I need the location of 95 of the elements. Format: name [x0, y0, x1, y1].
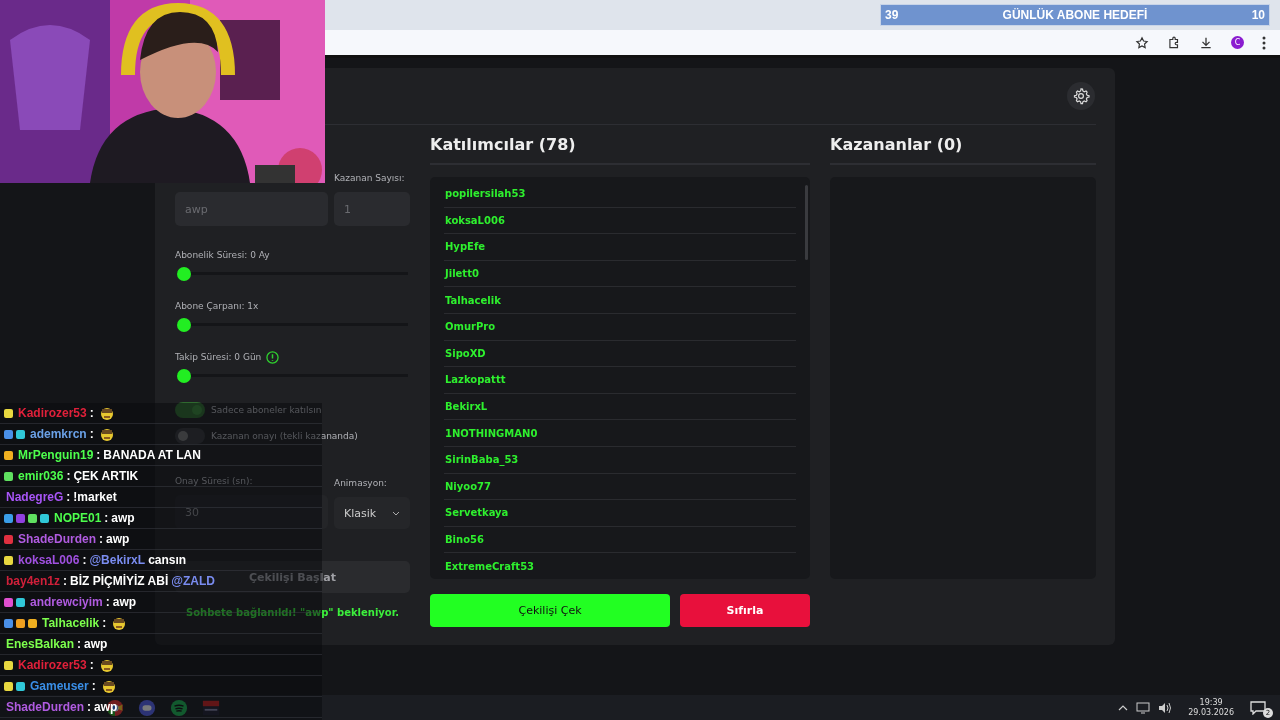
chat-username: ademkrcn — [30, 427, 87, 441]
chat-separator: : — [96, 448, 101, 462]
chat-username: Kadirozer53 — [18, 406, 87, 420]
status-message: Sohbete bağlanıldı! "awp" bekleniyor. — [184, 607, 401, 618]
chat-separator: : — [63, 574, 68, 588]
chat-separator: : — [91, 679, 96, 693]
toggle-switch[interactable] — [175, 402, 205, 418]
participant-name: Lazkopattt — [444, 367, 796, 394]
keyword-field[interactable]: awp — [175, 192, 328, 226]
chat-username: NadegreG — [6, 490, 64, 504]
slider-label: Abonelik Süresi: 0 Ay — [175, 250, 270, 260]
menu-icon[interactable] — [1262, 35, 1266, 50]
participant-name: Bino56 — [444, 526, 796, 554]
chat-separator: : — [87, 700, 91, 714]
winner-count-field[interactable]: 1 — [334, 192, 410, 226]
network-icon[interactable] — [1136, 701, 1151, 714]
field-label: Animasyon: — [334, 478, 388, 488]
participant-name: popilersilah53 — [444, 181, 796, 208]
participant-name: koksaL006 — [444, 207, 796, 235]
settings-icon — [1072, 87, 1090, 105]
chat-message: BİZ PİÇMİYİZ ABİ — [70, 574, 169, 588]
chat-separator: : — [99, 532, 103, 546]
chat-username: koksaL006 — [18, 553, 80, 567]
slider-label: Abone Çarpanı: 1x — [175, 301, 259, 311]
participant-name: Jilett0 — [444, 260, 796, 288]
chat-username: andrewciyim — [30, 595, 103, 609]
chat-separator: : — [105, 595, 110, 609]
chat-message: ÇEK ARTIK — [73, 469, 139, 483]
animation-select[interactable]: Klasik — [334, 497, 410, 529]
clock-date: 29.03.2026 — [1188, 707, 1234, 718]
participant-name: ExtremeCraft53 — [444, 553, 796, 579]
chat-separator: : — [102, 616, 107, 630]
participant-name: OmurPro — [444, 313, 796, 341]
chat-username: bay4en1z — [6, 574, 61, 588]
toggle-switch[interactable] — [175, 428, 205, 444]
chat-separator: : — [66, 469, 71, 483]
participant-name: Niyoo77 — [444, 473, 796, 501]
chat-username: emir036 — [18, 469, 64, 483]
goal-current: 39 — [885, 8, 899, 22]
chat-username: ShadeDurden — [6, 700, 84, 714]
winners-title: Kazananlar (0) — [830, 125, 1096, 165]
chat-separator: : — [89, 406, 94, 420]
slider-label: Takip Süresi: 0 Gün — [175, 352, 262, 362]
chat-separator: : — [77, 637, 82, 651]
chat-message: awp — [94, 700, 118, 714]
toggle-label: Sadece aboneler katılsın — [211, 405, 322, 415]
message-icon — [1250, 700, 1266, 715]
slider-thumb[interactable] — [177, 369, 191, 383]
download-icon[interactable] — [1199, 35, 1213, 50]
chevron-down-icon — [392, 510, 400, 516]
chat-separator: : — [89, 658, 94, 672]
participant-name: 1NOTHINGMAN0 — [444, 420, 796, 447]
chat-message: awp — [106, 532, 130, 546]
reset-button[interactable]: Sıfırla — [680, 594, 810, 627]
chat-username: MrPenguin19 — [18, 448, 94, 462]
chat-message: !market — [73, 490, 117, 504]
chat-message: BANADA AT LAN — [103, 448, 201, 462]
field-label: Kazanan Sayısı: — [334, 173, 406, 183]
participant-name: Talhacelik — [444, 287, 796, 314]
star-icon[interactable] — [1135, 35, 1149, 50]
chat-mention: @BekirxL — [89, 553, 146, 567]
chat-separator: : — [104, 511, 109, 525]
chat-message: awp — [112, 595, 137, 609]
chat-separator: : — [89, 427, 94, 441]
field-label: Onay Süresi (sn): — [175, 476, 254, 486]
settings-button[interactable] — [1067, 82, 1095, 110]
participant-name: BekirxL — [444, 393, 796, 421]
draw-button[interactable]: Çekilişi Çek — [430, 594, 670, 627]
chat-username: EnesBalkan — [6, 637, 75, 651]
chat-separator: : — [82, 553, 87, 567]
chat-separator: : — [66, 490, 71, 504]
goal-target: 10 — [1251, 8, 1265, 22]
profile-avatar[interactable]: C — [1231, 36, 1244, 49]
chat-message: awp — [111, 511, 135, 525]
participant-name: HypEfe — [444, 234, 796, 261]
participants-title: Katılımcılar (78) — [430, 125, 810, 165]
slider-thumb[interactable] — [177, 318, 191, 332]
chat-message: awp — [84, 637, 108, 651]
chat-username: NOPE01 — [54, 511, 102, 525]
participant-name: SirinBaba_53 — [444, 446, 796, 474]
chat-username: Talhacelik — [42, 616, 100, 630]
toggle-label: Kazanan onayı (tekli kazananda) — [211, 431, 358, 441]
participant-name: Servetkaya — [444, 500, 796, 527]
chat-username: Gameuser — [30, 679, 89, 693]
chat-username: Kadirozer53 — [18, 658, 87, 672]
slider-thumb[interactable] — [177, 267, 191, 281]
scrollbar-thumb[interactable] — [805, 185, 808, 260]
chat-username: ShadeDurden — [18, 532, 96, 546]
caret-up-icon[interactable] — [1118, 704, 1129, 711]
clock-time: 19:39 — [1199, 697, 1223, 708]
gamepad-icon[interactable] — [138, 698, 156, 717]
extension-icon[interactable] — [1167, 35, 1181, 50]
participant-name: SipoXD — [444, 340, 796, 368]
volume-icon[interactable] — [1158, 701, 1173, 714]
goal-title: GÜNLÜK ABONE HEDEFİ — [1002, 8, 1148, 22]
